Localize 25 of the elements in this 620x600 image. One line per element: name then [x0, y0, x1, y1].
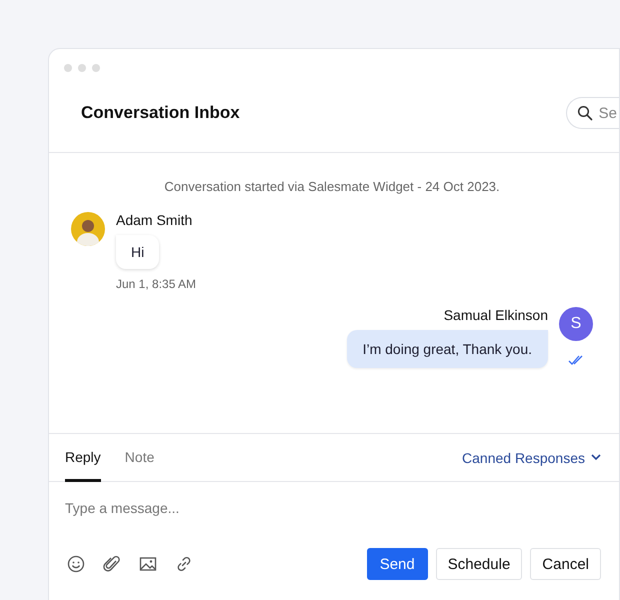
avatar-initial: S — [559, 307, 593, 341]
avatar-icon — [71, 212, 105, 246]
chevron-down-icon — [591, 454, 601, 461]
action-button[interactable]: Schedule — [436, 548, 522, 580]
window-dot — [78, 64, 86, 72]
composer-tab[interactable]: Note — [124, 434, 154, 482]
emoji-icon[interactable] — [67, 555, 85, 573]
sender-name: Samual Elkinson — [444, 307, 548, 323]
search-field[interactable]: Se — [566, 97, 619, 129]
system-note: Conversation started via Salesmate Widget - 24 Oct 2023. — [163, 178, 501, 196]
composer-tab[interactable]: Reply — [65, 434, 101, 482]
image-icon[interactable] — [139, 555, 157, 573]
message-bubble: I’m doing great, Thank you. — [346, 330, 548, 368]
message-time: Jun 1, 8:35 AM — [116, 277, 196, 291]
message-bubble: Hi — [116, 235, 160, 269]
canned-responses-dropdown[interactable]: Canned Responses — [462, 434, 601, 481]
sender-name: Adam Smith — [116, 212, 192, 228]
paperclip-icon[interactable] — [103, 555, 121, 573]
search-icon — [576, 105, 593, 121]
send-button[interactable]: Send — [366, 548, 428, 580]
action-button[interactable]: Cancel — [530, 548, 601, 580]
link-icon[interactable] — [175, 555, 193, 573]
window-title: Conversation Inbox — [81, 103, 240, 123]
window-dot — [64, 64, 72, 72]
window-dot — [92, 64, 100, 72]
